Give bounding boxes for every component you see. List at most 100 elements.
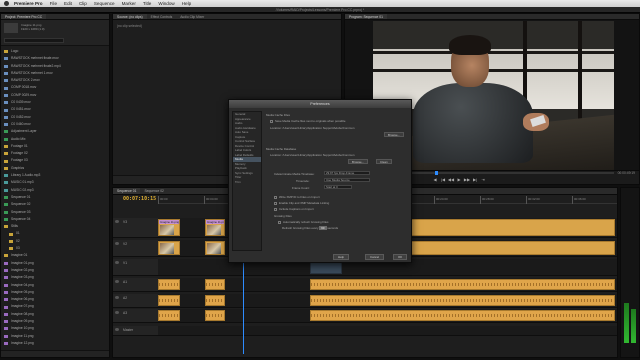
project-item[interactable]: Imagine 03.png xyxy=(1,274,109,281)
project-item[interactable]: Imagine 11.png xyxy=(1,333,109,340)
project-item[interactable]: Imagine 04.png xyxy=(1,282,109,289)
refresh-seconds-input[interactable]: 60 xyxy=(319,226,327,230)
project-item[interactable]: Adjustment Layer xyxy=(1,128,109,135)
tab-source[interactable]: Source: (no clips) xyxy=(113,14,147,19)
project-item[interactable]: RAWSTOCK 2.mov xyxy=(1,77,109,84)
project-item[interactable]: 01 xyxy=(1,230,109,237)
project-item[interactable]: Stills xyxy=(1,223,109,230)
project-item[interactable]: Footage 03 xyxy=(1,157,109,164)
indeterminate-timebase-select[interactable]: 29.97 fps Drop-Frame xyxy=(324,171,370,175)
project-item[interactable]: Imagine 02.png xyxy=(1,267,109,274)
track-header[interactable]: V2 xyxy=(113,240,158,257)
video-clip[interactable]: Imagine 11.png xyxy=(205,219,225,236)
audio-clip[interactable] xyxy=(158,310,180,321)
speaker-icon[interactable] xyxy=(115,328,119,331)
project-item[interactable]: Footage 01 xyxy=(1,143,109,150)
track-header[interactable]: V3 xyxy=(113,218,158,238)
project-item[interactable]: C0 0452.mov xyxy=(1,114,109,121)
eye-icon[interactable] xyxy=(115,220,119,223)
project-item[interactable]: Imagine 01 xyxy=(1,252,109,259)
pref-category-trim[interactable]: Trim xyxy=(233,180,261,185)
menu-marker[interactable]: Marker xyxy=(122,1,136,6)
help-button[interactable]: Help xyxy=(333,254,349,260)
project-item[interactable]: Sequence 02 xyxy=(1,201,109,208)
menu-clip[interactable]: Clip xyxy=(79,1,87,6)
video-clip[interactable]: Imagine 11.png xyxy=(158,219,180,236)
timecode-select[interactable]: Use Media Source xyxy=(324,178,370,182)
project-item[interactable]: Logo xyxy=(1,48,109,55)
eye-icon[interactable] xyxy=(115,242,119,245)
project-item[interactable]: MUSIC 02.mp3 xyxy=(1,187,109,194)
track-header[interactable]: Master xyxy=(113,326,158,336)
program-playhead[interactable] xyxy=(435,171,438,175)
clean-button[interactable]: Clean xyxy=(376,159,392,164)
step-back-button[interactable]: ◀◀ xyxy=(447,177,455,183)
project-item[interactable]: RAWSTOCK mehmet finale2.mp4 xyxy=(1,63,109,70)
save-next-to-originals-option[interactable]: Save Media Cache files next to originals… xyxy=(270,119,346,123)
track-lane[interactable] xyxy=(158,278,617,292)
project-item[interactable]: Sequence 04 xyxy=(1,216,109,223)
project-item[interactable]: Imagine 12.png xyxy=(1,340,109,347)
tab-sequence-01[interactable]: Sequence 01 xyxy=(113,188,141,194)
project-item[interactable]: Sequence 01 xyxy=(1,194,109,201)
menu-edit[interactable]: Edit xyxy=(64,1,72,6)
track-header[interactable]: A2 xyxy=(113,294,158,308)
track-lane[interactable] xyxy=(158,309,617,323)
audio-clip[interactable] xyxy=(310,279,615,290)
menu-sequence[interactable]: Sequence xyxy=(94,1,115,6)
video-clip[interactable] xyxy=(205,241,225,255)
audio-clip[interactable] xyxy=(158,295,180,306)
audio-clip[interactable] xyxy=(310,310,615,321)
project-item[interactable]: RAWSTOCK mehmet 1.mov xyxy=(1,70,109,77)
export-frame-button[interactable]: ⇥ xyxy=(479,177,487,183)
include-captions-option[interactable]: Include Captions on Import xyxy=(274,207,314,211)
project-item[interactable]: Audio Mix xyxy=(1,136,109,143)
play-button[interactable]: ▶ xyxy=(455,177,463,183)
project-item[interactable]: Footage 02 xyxy=(1,150,109,157)
menu-help[interactable]: Help xyxy=(182,1,191,6)
project-item[interactable]: Imagine 08.png xyxy=(1,311,109,318)
speaker-icon[interactable] xyxy=(115,280,119,283)
project-item[interactable]: Imagine 07.png xyxy=(1,303,109,310)
track-header[interactable]: A3 xyxy=(113,309,158,323)
tab-project[interactable]: Project: Premiere Pro CC xyxy=(1,14,47,19)
tab-audio-clip-mixer[interactable]: Audio Clip Mixer xyxy=(176,14,208,19)
go-to-in-button[interactable]: |◀ xyxy=(439,177,447,183)
project-item[interactable]: C0 0439.mov xyxy=(1,99,109,106)
project-item[interactable]: C0 0460.mov xyxy=(1,121,109,128)
speaker-icon[interactable] xyxy=(115,296,119,299)
audio-clip[interactable] xyxy=(158,279,180,290)
step-forward-button[interactable]: ▶▶ xyxy=(463,177,471,183)
project-item[interactable]: Imagine 06.png xyxy=(1,296,109,303)
eye-icon[interactable] xyxy=(115,261,119,264)
cancel-button[interactable]: Cancel xyxy=(365,254,384,260)
track-lane[interactable] xyxy=(158,294,617,308)
project-item[interactable]: COMP 0018.mov xyxy=(1,84,109,91)
project-item[interactable]: RAWSTOCK mehmet finale.mov xyxy=(1,55,109,62)
tab-sequence-02[interactable]: Sequence 02 xyxy=(140,188,167,194)
project-item[interactable]: Imagine 09.png xyxy=(1,318,109,325)
timeline-timecode[interactable]: 00:07:10:15 xyxy=(123,196,156,202)
mark-in-button[interactable]: ◀ xyxy=(431,177,439,183)
auto-refresh-option[interactable]: Automatically refresh Growing Files xyxy=(278,220,328,224)
menu-title[interactable]: Title xyxy=(143,1,152,6)
audio-clip[interactable] xyxy=(205,295,225,306)
go-to-out-button[interactable]: ▶| xyxy=(471,177,479,183)
apple-menu-icon[interactable] xyxy=(4,1,9,6)
project-item[interactable]: Sequence 03 xyxy=(1,209,109,216)
tab-effect-controls[interactable]: Effect Controls xyxy=(147,14,177,19)
write-xmp-option[interactable]: Write XMP ID to Files on Import xyxy=(274,195,320,199)
project-item[interactable]: 03 xyxy=(1,245,109,252)
menu-app-name[interactable]: Premiere Pro xyxy=(14,1,43,6)
track-lane[interactable] xyxy=(158,326,617,336)
menu-file[interactable]: File xyxy=(50,1,57,6)
project-item[interactable]: C0 0451.mov xyxy=(1,106,109,113)
browse-button-2[interactable]: Browse... xyxy=(348,159,369,164)
project-item[interactable]: MUSIC 01.mp3 xyxy=(1,179,109,186)
enable-clip-xmp-option[interactable]: Enable Clip and XMP Metadata Linking xyxy=(274,201,329,205)
project-item[interactable]: Library 1 Audio.mp3 xyxy=(1,172,109,179)
audio-clip[interactable] xyxy=(310,295,615,306)
video-clip[interactable] xyxy=(158,241,180,255)
audio-clip[interactable] xyxy=(205,310,225,321)
project-item[interactable]: Graphics xyxy=(1,165,109,172)
